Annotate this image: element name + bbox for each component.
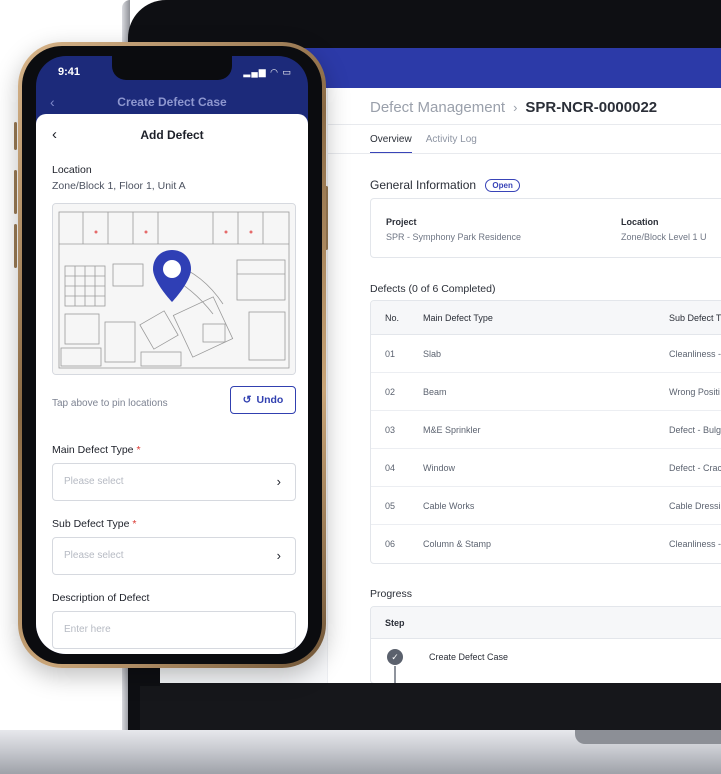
check-icon: ✓ (387, 649, 403, 665)
row-number: 03 (385, 424, 396, 435)
table-row[interactable]: 03 M&E Sprinkler Defect - Bulg (371, 411, 721, 449)
row-main-defect: Window (423, 462, 456, 473)
sub-defect-type-label: Sub Defect Type * (52, 518, 136, 530)
sub-defect-type-select[interactable]: Please select › (52, 537, 296, 575)
location-label: Location (52, 164, 92, 176)
general-information-title: General Information Open (370, 178, 520, 192)
tab-bar: Overview Activity Log (370, 134, 477, 154)
undo-label: Undo (256, 394, 284, 406)
add-defect-sheet: ‹ Add Defect Location Zone/Block 1, Floo… (36, 114, 308, 654)
row-main-defect: M&E Sprinkler (423, 424, 481, 435)
chevron-right-icon: › (276, 548, 281, 563)
project-value: SPR - Symphony Park Residence (386, 232, 522, 242)
tab-activity-log[interactable]: Activity Log (426, 134, 477, 154)
required-mark: * (136, 444, 141, 456)
description-placeholder: Enter here (64, 624, 111, 635)
map-hint: Tap above to pin locations (52, 398, 168, 409)
row-main-defect: Beam (423, 386, 447, 397)
row-sub-defect: Wrong Positi (669, 386, 720, 397)
table-row[interactable]: 06 Column & Stamp Cleanliness - (371, 525, 721, 563)
row-sub-defect: Defect - Bulg (669, 424, 721, 435)
defects-table: No. Main Defect Type Sub Defect T 01 Sla… (370, 300, 721, 564)
table-row[interactable]: 05 Cable Works Cable Dressi (371, 487, 721, 525)
header-divider (328, 124, 721, 125)
general-information-label: General Information (370, 178, 477, 192)
chevron-right-icon: › (276, 474, 281, 489)
breadcrumb-separator-icon: › (513, 99, 518, 115)
step-label: Create Defect Case (429, 652, 509, 662)
progress-header: Step (371, 607, 721, 639)
phone-volume-up (14, 170, 17, 214)
defects-table-header: No. Main Defect Type Sub Defect T (371, 301, 721, 335)
general-information-card: Project SPR - Symphony Park Residence Lo… (370, 198, 721, 258)
breadcrumb-current: SPR-NCR-0000022 (525, 98, 658, 116)
row-number: 02 (385, 386, 396, 397)
location-value: Zone/Block Level 1 U (621, 232, 707, 242)
defects-title: Defects (0 of 6 Completed) (370, 283, 496, 295)
row-main-defect: Column & Stamp (423, 539, 492, 549)
row-main-defect: Slab (423, 348, 442, 359)
main-defect-type-text: Main Defect Type (52, 444, 134, 456)
laptop-trackpad-notch (575, 730, 721, 744)
undo-icon: ↺ (242, 394, 252, 406)
undo-button[interactable]: ↺ Undo (230, 386, 296, 414)
status-time: 9:41 (58, 66, 81, 78)
phone-mute-switch (14, 122, 17, 150)
step-connector (394, 666, 396, 683)
breadcrumb-parent[interactable]: Defect Management (370, 99, 505, 116)
column-header-main-defect-type: Main Defect Type (423, 312, 493, 323)
underlying-header: ‹ Create Defect Case (36, 92, 308, 116)
laptop-bezel-mask (160, 683, 721, 730)
main-defect-type-select[interactable]: Please select › (52, 463, 296, 501)
tabs-divider (328, 153, 721, 154)
sub-defect-type-text: Sub Defect Type (52, 518, 130, 530)
device-mockup-stage: Defect Management › SPR-NCR-0000022 Over… (0, 0, 721, 774)
column-header-step: Step (385, 617, 405, 628)
floor-plan-map[interactable] (52, 203, 296, 375)
phone-screen: 9:41 ▂▄▆ ◠ ▭ ‹ Create Defect Case ‹ Add … (36, 56, 308, 654)
row-sub-defect: Cable Dressi (669, 500, 721, 511)
phone-volume-down (14, 224, 17, 268)
location-label: Location (621, 217, 659, 227)
row-number: 01 (385, 348, 396, 359)
sheet-header: ‹ Add Defect (36, 126, 308, 146)
row-number: 06 (385, 539, 396, 549)
column-header-sub-defect-type: Sub Defect T (669, 312, 721, 323)
description-input[interactable]: Enter here (52, 611, 296, 649)
status-icons: ▂▄▆ ◠ ▭ (243, 67, 292, 77)
status-badge: Open (485, 179, 520, 192)
row-number: 05 (385, 500, 396, 511)
row-sub-defect: Cleanliness - (669, 348, 721, 359)
table-row[interactable]: 04 Window Defect - Crac (371, 449, 721, 487)
location-value: Zone/Block 1, Floor 1, Unit A (52, 180, 186, 192)
required-mark: * (132, 518, 137, 530)
row-sub-defect: Cleanliness - (669, 539, 721, 549)
row-main-defect: Cable Works (423, 500, 475, 511)
phone-bezel: 9:41 ▂▄▆ ◠ ▭ ‹ Create Defect Case ‹ Add … (22, 46, 322, 664)
phone-frame: 9:41 ▂▄▆ ◠ ▭ ‹ Create Defect Case ‹ Add … (18, 42, 326, 668)
table-row[interactable]: 01 Slab Cleanliness - (371, 335, 721, 373)
map-pin-icon[interactable] (150, 248, 194, 304)
column-header-no: No. (385, 312, 400, 323)
progress-title: Progress (370, 588, 413, 600)
sub-defect-type-placeholder: Please select (64, 550, 124, 561)
underlying-header-title: Create Defect Case (117, 95, 227, 109)
description-label: Description of Defect (52, 592, 150, 604)
phone-notch (112, 56, 232, 80)
breadcrumb: Defect Management › SPR-NCR-0000022 (370, 96, 657, 118)
row-number: 04 (385, 462, 396, 473)
main-defect-type-label: Main Defect Type * (52, 444, 141, 456)
row-sub-defect: Defect - Crac (669, 462, 721, 473)
project-label: Project (386, 217, 417, 227)
progress-card: Step ✓ Create Defect Case (370, 606, 721, 684)
sheet-title: Add Defect (140, 128, 204, 142)
main-defect-type-placeholder: Please select (64, 476, 124, 487)
table-row[interactable]: 02 Beam Wrong Positi (371, 373, 721, 411)
tab-overview[interactable]: Overview (370, 134, 412, 154)
